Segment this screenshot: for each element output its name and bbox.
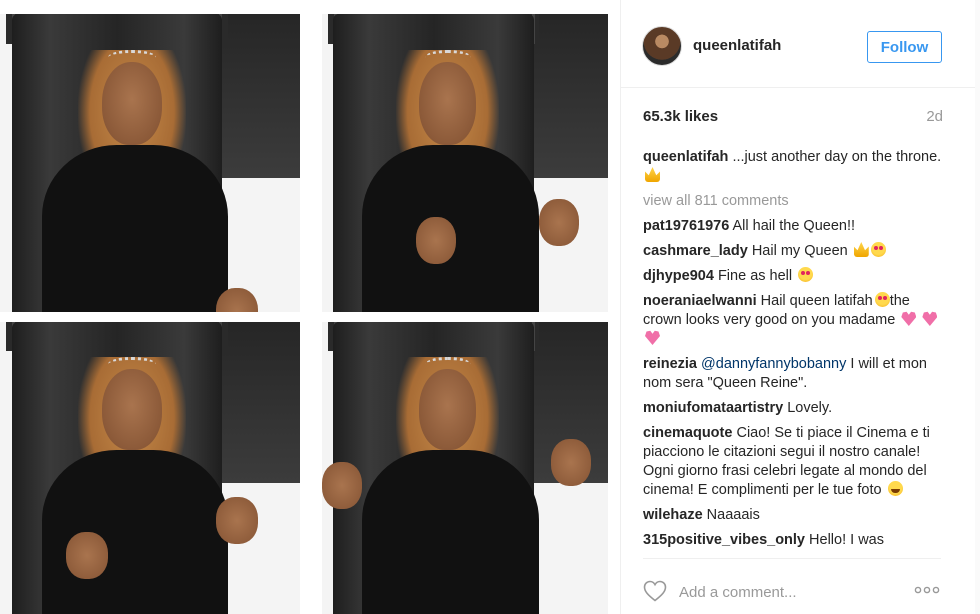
- sparkling-heart-emoji-icon: [922, 311, 938, 326]
- comment-username[interactable]: djhype904: [643, 268, 714, 284]
- photo-tile-2[interactable]: [322, 14, 608, 312]
- list-item: djhype904 Fine as hell: [643, 267, 946, 286]
- comment-text: Fine as hell: [717, 268, 793, 284]
- comment-username[interactable]: cinemaquote: [643, 425, 732, 441]
- list-item: reinezia @dannyfannybobanny I will et mo…: [643, 355, 946, 393]
- list-item: noeraniaelwanni Hail queen latifah the cr…: [643, 292, 946, 349]
- list-item: wilehaze Naaaais: [643, 506, 946, 525]
- post-info-panel: queenlatifah Follow 65.3k likes 2d queen…: [620, 0, 975, 614]
- caption: queenlatifah ...just another day on the …: [643, 148, 946, 186]
- list-item: 315positive_vibes_only Hello! I was: [643, 531, 946, 550]
- comment-username[interactable]: cashmare_lady: [643, 243, 748, 259]
- comment-text: Naaaais: [706, 507, 760, 523]
- heart-eyes-emoji-icon: [874, 292, 890, 307]
- post-age[interactable]: 2d: [926, 108, 943, 125]
- comment-username[interactable]: moniufomataartistry: [643, 400, 783, 416]
- grinning-emoji-icon: [887, 481, 903, 496]
- list-item: cashmare_lady Hail my Queen: [643, 242, 946, 261]
- user-mention-link[interactable]: @dannyfannybobanny: [701, 356, 846, 372]
- comment-username[interactable]: reinezia: [643, 356, 697, 372]
- likes-count[interactable]: 65.3k likes: [643, 108, 718, 125]
- comment-text: Hail my Queen: [751, 243, 848, 259]
- post-media[interactable]: [0, 0, 620, 614]
- crown-face-emoji-icon: [853, 242, 869, 257]
- comments-list: queenlatifah ...just another day on the …: [643, 148, 946, 556]
- heart-eyes-emoji-icon: [798, 267, 814, 282]
- comment-text: Hello! I was: [809, 532, 884, 548]
- heart-eyes-emoji-icon: [870, 242, 886, 257]
- scrollbar[interactable]: [975, 0, 980, 614]
- comment-username[interactable]: wilehaze: [643, 507, 703, 523]
- avatar[interactable]: [642, 26, 682, 66]
- comment-username[interactable]: pat19761976: [643, 218, 729, 234]
- sparkling-heart-emoji-icon: [645, 330, 660, 345]
- add-comment-row: [643, 576, 946, 608]
- comment-text: ...just another day on the throne.: [732, 149, 942, 165]
- comment-username[interactable]: 315positive_vibes_only: [643, 532, 805, 548]
- list-item: pat19761976 All hail the Queen!!: [643, 217, 946, 236]
- view-all-comments-link[interactable]: view all 811 comments: [643, 192, 946, 211]
- author-username[interactable]: queenlatifah: [693, 37, 781, 54]
- comment-username[interactable]: noeraniaelwanni: [643, 293, 757, 309]
- list-item: moniufomataartistry Lovely.: [643, 399, 946, 418]
- photo-tile-4[interactable]: [322, 322, 608, 614]
- comment-text: All hail the Queen!!: [732, 218, 856, 234]
- more-options-icon[interactable]: [914, 585, 940, 595]
- comment-text: Lovely.: [787, 400, 833, 416]
- photo-tile-3[interactable]: [0, 322, 300, 614]
- follow-button[interactable]: Follow: [867, 31, 942, 63]
- likes-row: 65.3k likes 2d: [643, 108, 943, 128]
- list-item: cinemaquote Ciao! Se ti piace il Cinema …: [643, 424, 946, 500]
- crown-emoji-icon: [645, 167, 660, 182]
- comment-input[interactable]: [679, 580, 899, 604]
- comment-text: Hail queen latifah: [760, 293, 873, 309]
- heart-outline-icon[interactable]: [643, 580, 667, 602]
- divider: [643, 558, 941, 559]
- photo-tile-1[interactable]: [0, 14, 300, 312]
- comment-username[interactable]: queenlatifah: [643, 149, 728, 165]
- post-header: queenlatifah Follow: [621, 0, 975, 88]
- heart-arrow-emoji-icon: [901, 311, 917, 326]
